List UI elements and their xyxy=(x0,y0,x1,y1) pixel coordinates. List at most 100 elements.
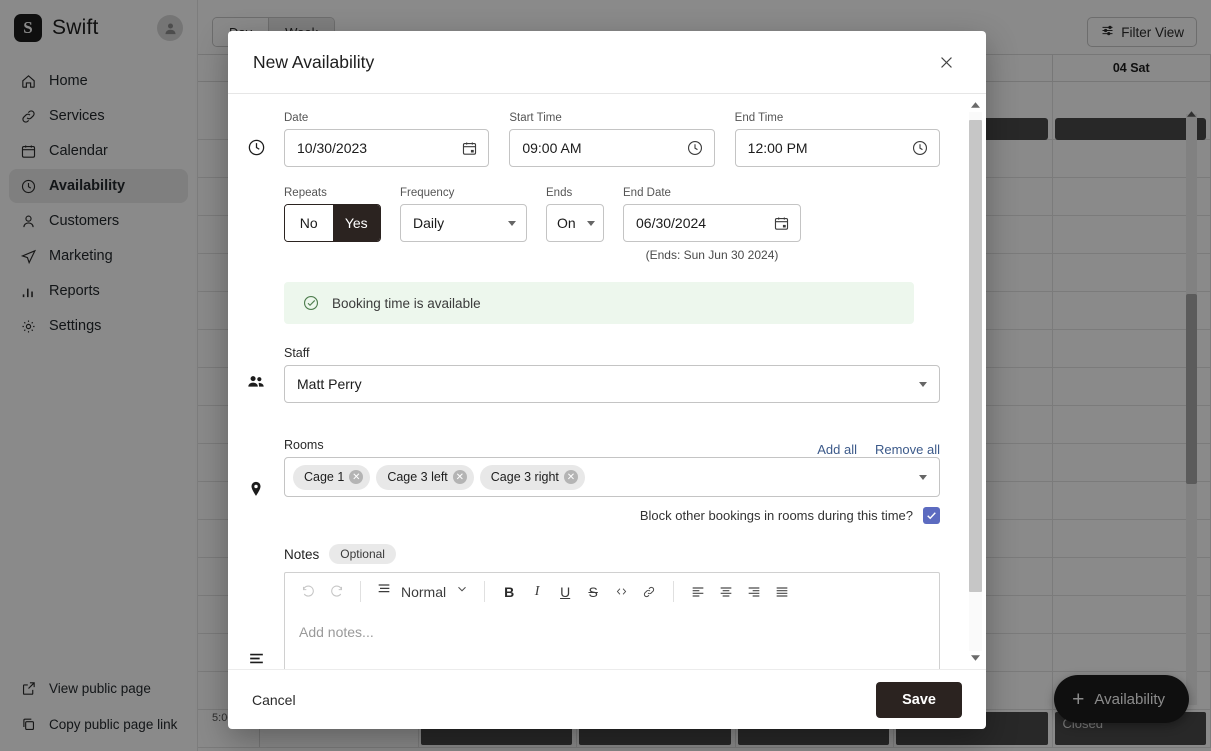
undo-icon[interactable] xyxy=(295,579,321,605)
code-icon[interactable] xyxy=(608,579,634,605)
modal-scrollbar[interactable] xyxy=(969,98,982,665)
ends-field-wrap: Ends On xyxy=(546,187,604,242)
chip-close-icon[interactable]: ✕ xyxy=(563,470,578,484)
end-date-field-wrap: End Date 06/30/2024 (Ends: Sun Jun 30 20… xyxy=(623,187,801,262)
frequency-select[interactable]: Daily xyxy=(400,204,527,242)
staff-value: Matt Perry xyxy=(297,376,362,392)
end-time-field-wrap: End Time 12:00 PM xyxy=(734,112,940,167)
room-chip-label: Cage 1 xyxy=(304,470,345,484)
new-availability-modal: New Availability Date 10/30/2023 Start T… xyxy=(228,31,986,729)
staff-label: Staff xyxy=(284,346,310,360)
end-date-label: End Date xyxy=(623,187,671,199)
frequency-field-wrap: Frequency Daily xyxy=(400,187,527,242)
notes-editor[interactable]: Normal B I U S Add notes... xyxy=(284,572,940,669)
redo-icon[interactable] xyxy=(323,579,349,605)
repeats-toggle[interactable]: No Yes xyxy=(284,204,381,242)
rooms-section: Rooms Add all Remove all Cage 1 ✕ Cage 3… xyxy=(228,438,966,524)
paragraph-style-dropdown[interactable]: Normal xyxy=(372,581,473,602)
modal-title: New Availability xyxy=(253,51,375,72)
date-input[interactable]: 10/30/2023 xyxy=(284,129,490,167)
align-right-icon[interactable] xyxy=(741,579,767,605)
strikethrough-button[interactable]: S xyxy=(580,579,606,605)
repeats-label: Repeats xyxy=(284,187,327,199)
clock-icon[interactable] xyxy=(911,139,929,157)
add-all-link[interactable]: Add all xyxy=(817,442,857,457)
room-chip-label: Cage 3 left xyxy=(387,470,448,484)
staff-select[interactable]: Matt Perry xyxy=(284,365,940,403)
scroll-up-arrow-icon[interactable] xyxy=(969,98,982,112)
alert-text: Booking time is available xyxy=(332,295,481,311)
modal-scroll-content: Date 10/30/2023 Start Time 09:00 AM End … xyxy=(228,94,966,669)
repeats-yes-option[interactable]: Yes xyxy=(332,205,380,241)
block-bookings-label: Block other bookings in rooms during thi… xyxy=(639,508,913,523)
start-time-input[interactable]: 09:00 AM xyxy=(509,129,715,167)
link-icon[interactable] xyxy=(636,579,662,605)
optional-badge: Optional xyxy=(329,544,396,564)
rooms-field-wrap: Rooms Add all Remove all Cage 1 ✕ Cage 3… xyxy=(284,438,940,524)
ends-hint: (Ends: Sun Jun 30 2024) xyxy=(645,248,779,262)
modal-body: Date 10/30/2023 Start Time 09:00 AM End … xyxy=(228,94,986,669)
close-icon[interactable] xyxy=(931,47,961,77)
block-bookings-checkbox[interactable] xyxy=(923,507,940,524)
notes-icon xyxy=(228,544,284,669)
date-field-wrap: Date 10/30/2023 xyxy=(284,112,490,167)
align-center-icon[interactable] xyxy=(713,579,739,605)
end-date-input[interactable]: 06/30/2024 xyxy=(623,204,801,242)
chevron-down-icon xyxy=(587,220,595,226)
people-icon xyxy=(228,346,284,403)
modal-scroll-thumb[interactable] xyxy=(969,120,982,592)
align-justify-icon[interactable] xyxy=(769,579,795,605)
check-circle-icon xyxy=(302,294,320,312)
rooms-actions: Add all Remove all xyxy=(817,442,940,457)
schedule-section: Date 10/30/2023 Start Time 09:00 AM End … xyxy=(228,112,966,262)
end-time-label: End Time xyxy=(734,112,784,124)
italic-button[interactable]: I xyxy=(524,579,550,605)
start-time-field-wrap: Start Time 09:00 AM xyxy=(509,112,715,167)
ends-select[interactable]: On xyxy=(546,204,604,242)
toolbar-divider xyxy=(673,581,675,602)
repeats-no-option[interactable]: No xyxy=(285,205,333,241)
modal-header: New Availability xyxy=(228,31,986,94)
scroll-down-arrow-icon[interactable] xyxy=(969,651,982,665)
alert-wrap: Booking time is available xyxy=(284,282,940,324)
notes-textarea[interactable]: Add notes... xyxy=(285,610,939,669)
chip-close-icon[interactable]: ✕ xyxy=(349,470,364,484)
remove-all-link[interactable]: Remove all xyxy=(875,442,940,457)
align-left-icon[interactable] xyxy=(685,579,711,605)
paragraph-style-icon xyxy=(376,581,392,602)
chip-close-icon[interactable]: ✕ xyxy=(452,470,467,484)
room-chip[interactable]: Cage 1 ✕ xyxy=(293,464,371,490)
editor-toolbar: Normal B I U S xyxy=(285,573,939,610)
end-time-input[interactable]: 12:00 PM xyxy=(734,129,940,167)
room-chip-label: Cage 3 right xyxy=(490,470,559,484)
datetime-field-group: Date 10/30/2023 Start Time 09:00 AM End … xyxy=(284,112,940,167)
date-label: Date xyxy=(284,112,309,124)
notes-label: Notes xyxy=(284,546,320,562)
frequency-label: Frequency xyxy=(400,187,455,199)
booking-available-alert: Booking time is available xyxy=(284,282,914,324)
bold-button[interactable]: B xyxy=(496,579,522,605)
cancel-button[interactable]: Cancel xyxy=(252,692,296,708)
underline-button[interactable]: U xyxy=(552,579,578,605)
notes-section: Notes Optional Normal B I U S Add notes.… xyxy=(228,544,966,669)
location-pin-icon xyxy=(228,438,284,524)
clock-icon xyxy=(228,112,284,262)
notes-header: Notes Optional xyxy=(284,544,940,564)
ends-label: Ends xyxy=(546,187,573,199)
rooms-multiselect[interactable]: Cage 1 ✕ Cage 3 left ✕ Cage 3 right ✕ xyxy=(284,457,940,497)
ends-value: On xyxy=(557,215,576,231)
chevron-down-icon xyxy=(455,582,469,601)
clock-icon[interactable] xyxy=(686,139,704,157)
date-value: 10/30/2023 xyxy=(297,140,368,156)
frequency-value: Daily xyxy=(413,215,445,231)
recurrence-group: Repeats No Yes Frequency Daily Ends On E… xyxy=(284,187,940,262)
save-button[interactable]: Save xyxy=(876,681,962,718)
room-chip[interactable]: Cage 3 right ✕ xyxy=(479,464,585,490)
calendar-icon[interactable] xyxy=(773,215,790,232)
start-time-label: Start Time xyxy=(509,112,562,124)
repeats-field-wrap: Repeats No Yes xyxy=(284,187,381,242)
room-chip[interactable]: Cage 3 left ✕ xyxy=(376,464,474,490)
end-time-value: 12:00 PM xyxy=(747,140,808,156)
calendar-icon[interactable] xyxy=(461,140,478,157)
paragraph-style-name: Normal xyxy=(401,583,447,600)
